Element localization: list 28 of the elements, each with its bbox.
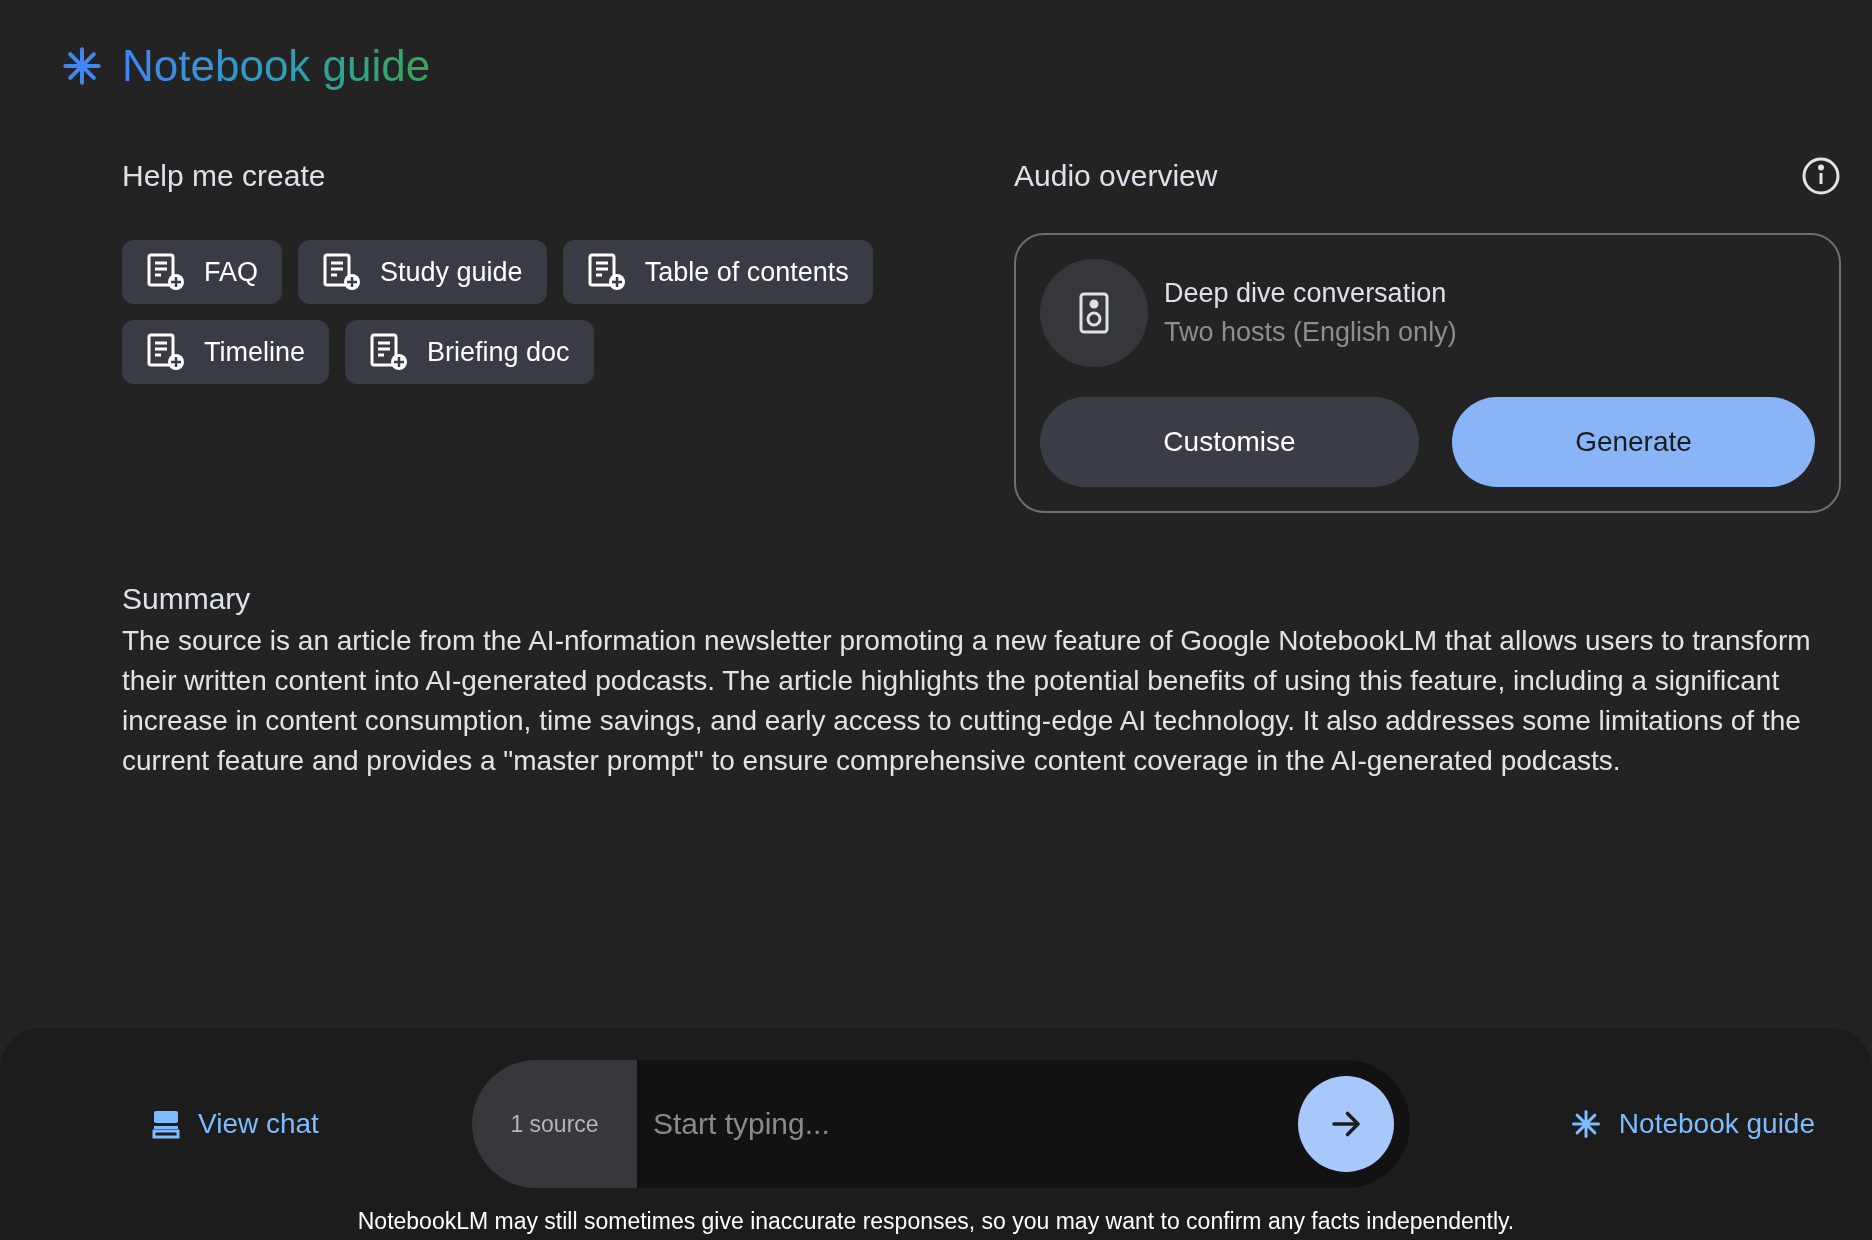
speaker-icon xyxy=(1079,292,1109,334)
summary-text: The source is an article from the AI-nformation newsletter promoting a new feature of Google NotebookLM that allows users to transform their written content into AI-generated podcasts. The article highlights the potential benefits of using this feature, including a significant increase in content consumption, time savings, and early access to cutting-edge AI technology. It also addresses some limitations of the current feature and provides a "master prompt" to ensure comprehensive content coverage in the AI-generated podcasts. xyxy=(122,624,1812,778)
create-chip[interactable]: Timeline xyxy=(122,320,330,384)
audio-title: Deep dive conversation xyxy=(1164,278,1448,309)
document-add-icon xyxy=(369,332,410,372)
disclaimer-text: NotebookLM may still sometimes give inaccurate responses, so you may want to confirm any facts independently. xyxy=(357,1208,1515,1235)
document-add-icon xyxy=(586,252,627,292)
info-icon[interactable] xyxy=(1801,156,1841,196)
document-add-icon xyxy=(146,332,186,372)
section-heading: Help me create xyxy=(122,158,327,194)
section-heading: Audio overview xyxy=(1014,158,1218,194)
asterisk-icon xyxy=(62,46,102,86)
chat-input-field[interactable]: 1 source Start typing... xyxy=(472,1060,1410,1188)
customise-button[interactable]: Customise xyxy=(1040,397,1419,487)
view-chat-link[interactable]: View chat xyxy=(152,1108,472,1140)
audio-subtitle: Two hosts (English only) xyxy=(1164,317,1457,348)
summary-heading: Summary xyxy=(122,581,252,617)
asterisk-icon xyxy=(1570,1109,1601,1139)
create-chip[interactable]: Briefing doc xyxy=(345,320,594,384)
create-chip[interactable]: FAQ xyxy=(122,240,282,304)
notebook-guide-link[interactable]: Notebook guide xyxy=(1570,1108,1815,1140)
document-add-icon xyxy=(322,252,362,292)
chat-icon xyxy=(152,1109,180,1139)
create-chip[interactable]: Study guide xyxy=(298,240,547,304)
generate-button[interactable]: Generate xyxy=(1452,397,1815,487)
source-count[interactable]: 1 source xyxy=(472,1060,637,1188)
document-add-icon xyxy=(146,252,186,292)
create-chip[interactable]: Table of contents xyxy=(562,240,873,304)
